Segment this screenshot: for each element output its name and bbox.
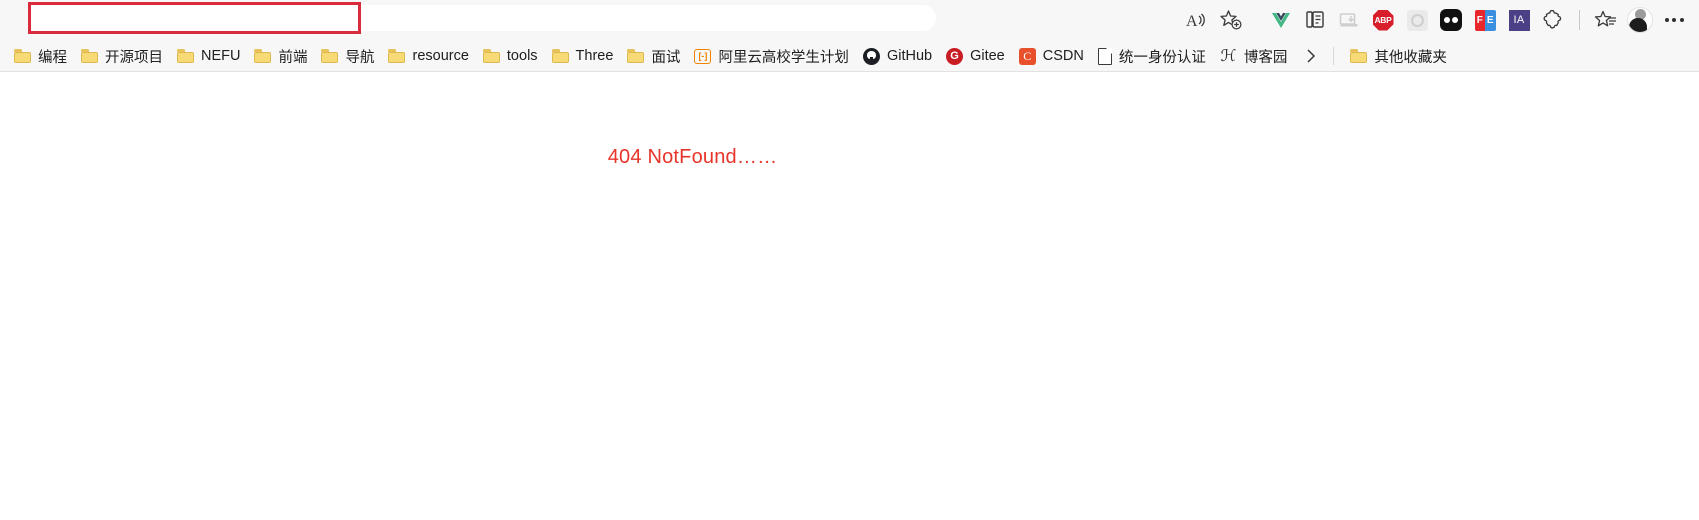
folder-icon — [482, 49, 500, 63]
folder-icon — [388, 49, 406, 63]
address-bar-highlight-box — [28, 2, 361, 34]
fe-extension-icon[interactable]: FE — [1468, 3, 1502, 37]
bookmarks-divider — [1333, 47, 1335, 65]
toolbar-divider — [1579, 10, 1580, 30]
bookmark-label: 阿里云高校学生计划 — [718, 49, 849, 66]
ia-extension-icon[interactable]: IA — [1502, 3, 1536, 37]
svg-text:A: A — [1186, 13, 1198, 30]
folder-icon — [321, 49, 339, 63]
bookmark-label: NEFU — [201, 48, 241, 64]
bookmark-item-kaiyuan-xiangmu[interactable]: 开源项目 — [74, 44, 170, 68]
read-aloud-icon[interactable]: A — [1180, 3, 1214, 37]
not-found-message: 404 NotFound…… — [607, 146, 778, 168]
gray-extension-glyph — [1406, 9, 1428, 31]
bookmark-label: 面试 — [651, 49, 681, 66]
bookmark-item-github[interactable]: GitHub — [856, 44, 939, 68]
add-favorite-icon[interactable] — [1214, 3, 1248, 37]
bookmark-item-tongyi-shenfen-renzheng[interactable]: 统一身份认证 — [1091, 44, 1213, 68]
aliyun-icon: [-] — [694, 48, 712, 64]
bookmark-label: 统一身份认证 — [1118, 49, 1206, 66]
bookmark-label: 其他收藏夹 — [1374, 49, 1447, 66]
folder-icon — [1350, 49, 1368, 63]
bookmark-label: tools — [506, 48, 538, 64]
folder-icon — [254, 49, 272, 63]
bookmark-item-other-favorites[interactable]: 其他收藏夹 — [1343, 44, 1454, 68]
toolbar-right-icons: A ABP F E IA — [1180, 0, 1691, 40]
bookmark-label: Gitee — [970, 48, 1005, 64]
folder-icon — [81, 49, 98, 63]
page-content: 404 NotFound…… — [0, 72, 1699, 520]
bookmark-item-three[interactable]: Three — [545, 44, 621, 68]
csdn-icon: C — [1018, 47, 1036, 65]
gray-extension-icon[interactable] — [1400, 3, 1434, 37]
bookmark-item-nefu[interactable]: NEFU — [170, 44, 247, 68]
bookmark-item-gitee[interactable]: G Gitee — [939, 44, 1012, 68]
bookmark-label: 博客园 — [1243, 49, 1288, 66]
collections-extension-icon[interactable] — [1298, 3, 1332, 37]
bookmark-label: 导航 — [345, 49, 375, 66]
bookmark-label: Three — [575, 48, 614, 64]
settings-and-more-icon[interactable] — [1657, 3, 1691, 37]
ia-badge: IA — [1508, 9, 1530, 31]
bookmark-item-mianshi[interactable]: 面试 — [620, 44, 687, 68]
bookmark-item-resource[interactable]: resource — [381, 44, 475, 68]
cnblogs-icon: ℋ — [1220, 47, 1237, 65]
bookmark-label: CSDN — [1042, 48, 1084, 64]
gitee-icon: G — [946, 47, 964, 65]
browser-toolbar: i localhost:3000/#/vip A — [0, 0, 1699, 40]
bookmark-item-aliyun[interactable]: [-] 阿里云高校学生计划 — [687, 44, 856, 68]
bookmark-label: GitHub — [886, 48, 933, 64]
extensions-puzzle-icon[interactable] — [1536, 3, 1570, 37]
favorites-star-icon[interactable] — [1589, 3, 1623, 37]
bookmarks-bar: 编程 开源项目 NEFU 前端 导航 resource tools Three — [0, 40, 1699, 72]
browser-window: i localhost:3000/#/vip A — [0, 0, 1699, 520]
folder-icon — [551, 49, 569, 63]
bookmark-label: 前端 — [278, 49, 308, 66]
folder-icon — [627, 49, 645, 63]
bookmark-item-csdn[interactable]: C CSDN — [1012, 44, 1091, 68]
bookmark-item-qianduan[interactable]: 前端 — [247, 44, 314, 68]
bookmark-label: 编程 — [38, 49, 67, 66]
bookmark-item-daohang[interactable]: 导航 — [314, 44, 381, 68]
folder-icon — [14, 49, 31, 63]
ellipsis-glyph — [1664, 18, 1684, 22]
fe-badge: FE — [1474, 9, 1496, 31]
downloads-extension-icon[interactable] — [1332, 3, 1366, 37]
vue-devtools-extension-icon[interactable] — [1264, 3, 1298, 37]
dark-dots-extension-icon[interactable] — [1434, 3, 1468, 37]
abp-badge: ABP — [1372, 9, 1394, 31]
bookmark-label: resource — [412, 48, 469, 64]
avatar — [1627, 7, 1653, 33]
bookmarks-overflow-chevron-icon[interactable] — [1298, 44, 1324, 68]
page-icon — [1097, 47, 1112, 65]
folder-icon — [177, 49, 194, 63]
github-icon — [862, 47, 880, 65]
profile-avatar-icon[interactable] — [1623, 3, 1657, 37]
bookmark-label: 开源项目 — [105, 49, 163, 66]
dark-dots-glyph — [1440, 9, 1462, 31]
bookmark-item-cnblogs[interactable]: ℋ 博客园 — [1213, 44, 1295, 68]
bookmark-item-bian-cheng[interactable]: 编程 — [7, 44, 74, 68]
bookmark-item-tools[interactable]: tools — [476, 44, 545, 68]
adblock-plus-extension-icon[interactable]: ABP — [1366, 3, 1400, 37]
